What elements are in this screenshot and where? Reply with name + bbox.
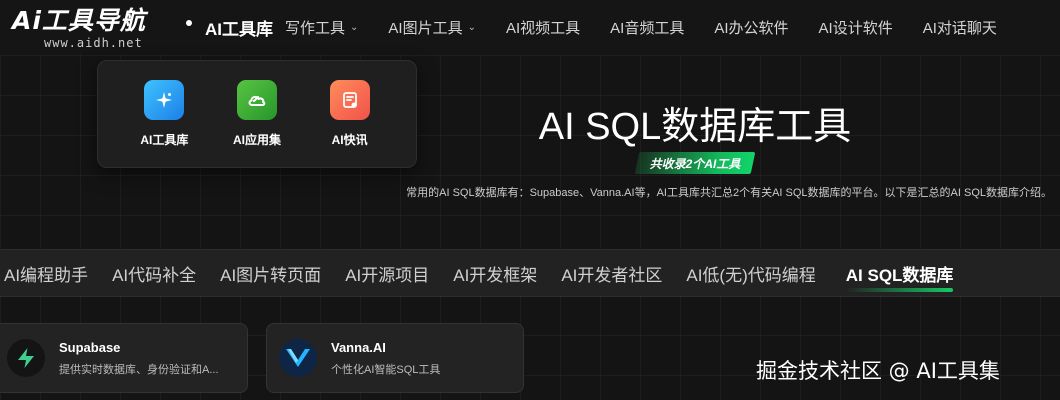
nav-item-image-tools[interactable]: AI图片工具 ⌄: [388, 17, 476, 38]
active-tab-indicator: [845, 287, 954, 292]
dropdown-item-ai-news[interactable]: AI快讯: [310, 80, 390, 167]
page-title: AI SQL数据库工具: [538, 106, 852, 148]
page-description: 常用的AI SQL数据库有：Supabase、Vanna.AI等，AI工具库共汇…: [406, 187, 1052, 199]
sparkle-icon: [144, 80, 185, 120]
top-navigation-bar: Ai工具导航 www.aidh.net AI工具库 写作工具 ⌄ AI图片工具 ⌄ …: [0, 0, 1060, 55]
card-description: 提供实时数据库、身份验证和A...: [59, 363, 219, 376]
nav-label: AI对话聊天: [922, 20, 997, 37]
card-title: Vanna.AI: [331, 339, 386, 355]
cloud-icon: [236, 80, 277, 120]
tool-card-vanna-ai[interactable]: Vanna.AI 个性化AI智能SQL工具: [266, 323, 524, 393]
nav-item-video-tools[interactable]: AI视频工具: [506, 17, 580, 38]
chevron-down-icon: ⌄: [350, 22, 359, 33]
tab-dev-community[interactable]: AI开发者社区: [561, 261, 662, 286]
tool-card-supabase[interactable]: Supabase 提供实时数据库、身份验证和A...: [0, 323, 248, 393]
nav-item-office-software[interactable]: AI办公软件: [714, 17, 788, 38]
nav-label: AI视频工具: [505, 20, 581, 37]
active-nav-dot: [186, 20, 192, 26]
chevron-down-icon: ⌄: [467, 22, 476, 33]
main-nav: AI工具库 写作工具 ⌄ AI图片工具 ⌄ AI视频工具 AI音频工具 AI办公软件…: [205, 0, 1027, 55]
nav-label: AI工具库: [205, 20, 273, 39]
nav-label: AI办公软件: [714, 20, 789, 37]
logo-text: Ai工具导航: [12, 6, 146, 35]
category-tabs: AI编程助手 AI代码补全 AI图片转页面 AI开源项目 AI开发框架 AI开发…: [0, 249, 1060, 297]
tab-coding-assistant[interactable]: AI编程助手: [4, 261, 88, 286]
nav-item-design-software[interactable]: AI设计软件: [819, 17, 893, 38]
nav-label: AI音频工具: [610, 20, 685, 37]
nav-label: AI设计软件: [818, 20, 893, 37]
card-title: Supabase: [59, 339, 121, 355]
vanna-v-icon: [279, 339, 317, 377]
logo-url: www.aidh.net: [44, 36, 143, 50]
site-logo[interactable]: Ai工具导航 www.aidh.net: [12, 6, 146, 50]
nav-item-audio-tools[interactable]: AI音频工具: [610, 17, 684, 38]
nav-item-writing-tools[interactable]: 写作工具 ⌄: [285, 17, 358, 38]
card-description: 个性化AI智能SQL工具: [331, 363, 441, 376]
tab-image-to-page[interactable]: AI图片转页面: [220, 261, 321, 286]
card-text: Vanna.AI 个性化AI智能SQL工具: [331, 340, 440, 377]
nav-label: 写作工具: [285, 20, 346, 37]
tab-low-code[interactable]: AI低(无)代码编程: [686, 261, 815, 286]
tab-dev-framework[interactable]: AI开发框架: [453, 261, 537, 286]
dropdown-item-label: AI应用集: [232, 133, 281, 147]
tab-sql-database[interactable]: AI SQL数据库: [845, 261, 954, 292]
dropdown-item-ai-tools[interactable]: AI工具库: [124, 80, 204, 167]
dropdown-item-label: AI快讯: [331, 133, 368, 147]
tab-label: AI SQL数据库: [845, 265, 954, 285]
nav-label: AI图片工具: [388, 20, 463, 37]
nav-item-chat[interactable]: AI对话聊天: [923, 17, 997, 38]
nav-item-ai-tools[interactable]: AI工具库: [205, 15, 273, 40]
tab-open-source[interactable]: AI开源项目: [345, 261, 429, 286]
card-text: Supabase 提供实时数据库、身份验证和A...: [59, 340, 219, 377]
tool-count-text: 共收录2个AI工具: [649, 157, 741, 171]
dropdown-item-label: AI工具库: [140, 133, 189, 147]
dropdown-item-ai-apps[interactable]: AI应用集: [217, 80, 297, 167]
watermark-text: 掘金技术社区 @ AI工具集: [756, 359, 1000, 383]
tab-code-completion[interactable]: AI代码补全: [112, 261, 196, 286]
news-icon: [329, 80, 370, 120]
supabase-bolt-icon: [7, 339, 45, 377]
nav-dropdown-menu: AI工具库 AI应用集 AI快讯: [97, 60, 417, 168]
